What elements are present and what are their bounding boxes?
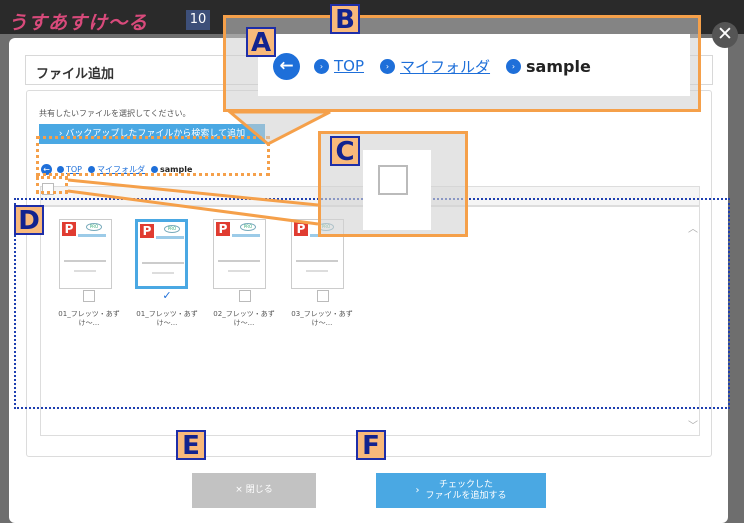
annotation-label-f: F [356,430,386,460]
back-arrow-icon[interactable]: ← [273,52,300,80]
annotation-label-b: B [330,4,360,34]
breadcrumb-link-top[interactable]: TOP [334,57,364,75]
breadcrumb-zoomed: ← › TOP › マイフォルダ › sample [273,52,591,80]
annotation-label-a: A [246,27,276,57]
breadcrumb-dot-icon: › [506,58,522,74]
breadcrumb-dot-icon: › [380,58,396,74]
annotation-label-e: E [176,430,206,460]
select-all-checkbox-zoomed[interactable] [378,165,408,195]
breadcrumb-current: sample [526,56,591,76]
annotation-label-d: D [14,205,44,235]
breadcrumb-link-myfolder[interactable]: マイフォルダ [400,56,490,77]
annotation-label-c: C [330,136,360,166]
breadcrumb-dot-icon: › [314,58,329,74]
